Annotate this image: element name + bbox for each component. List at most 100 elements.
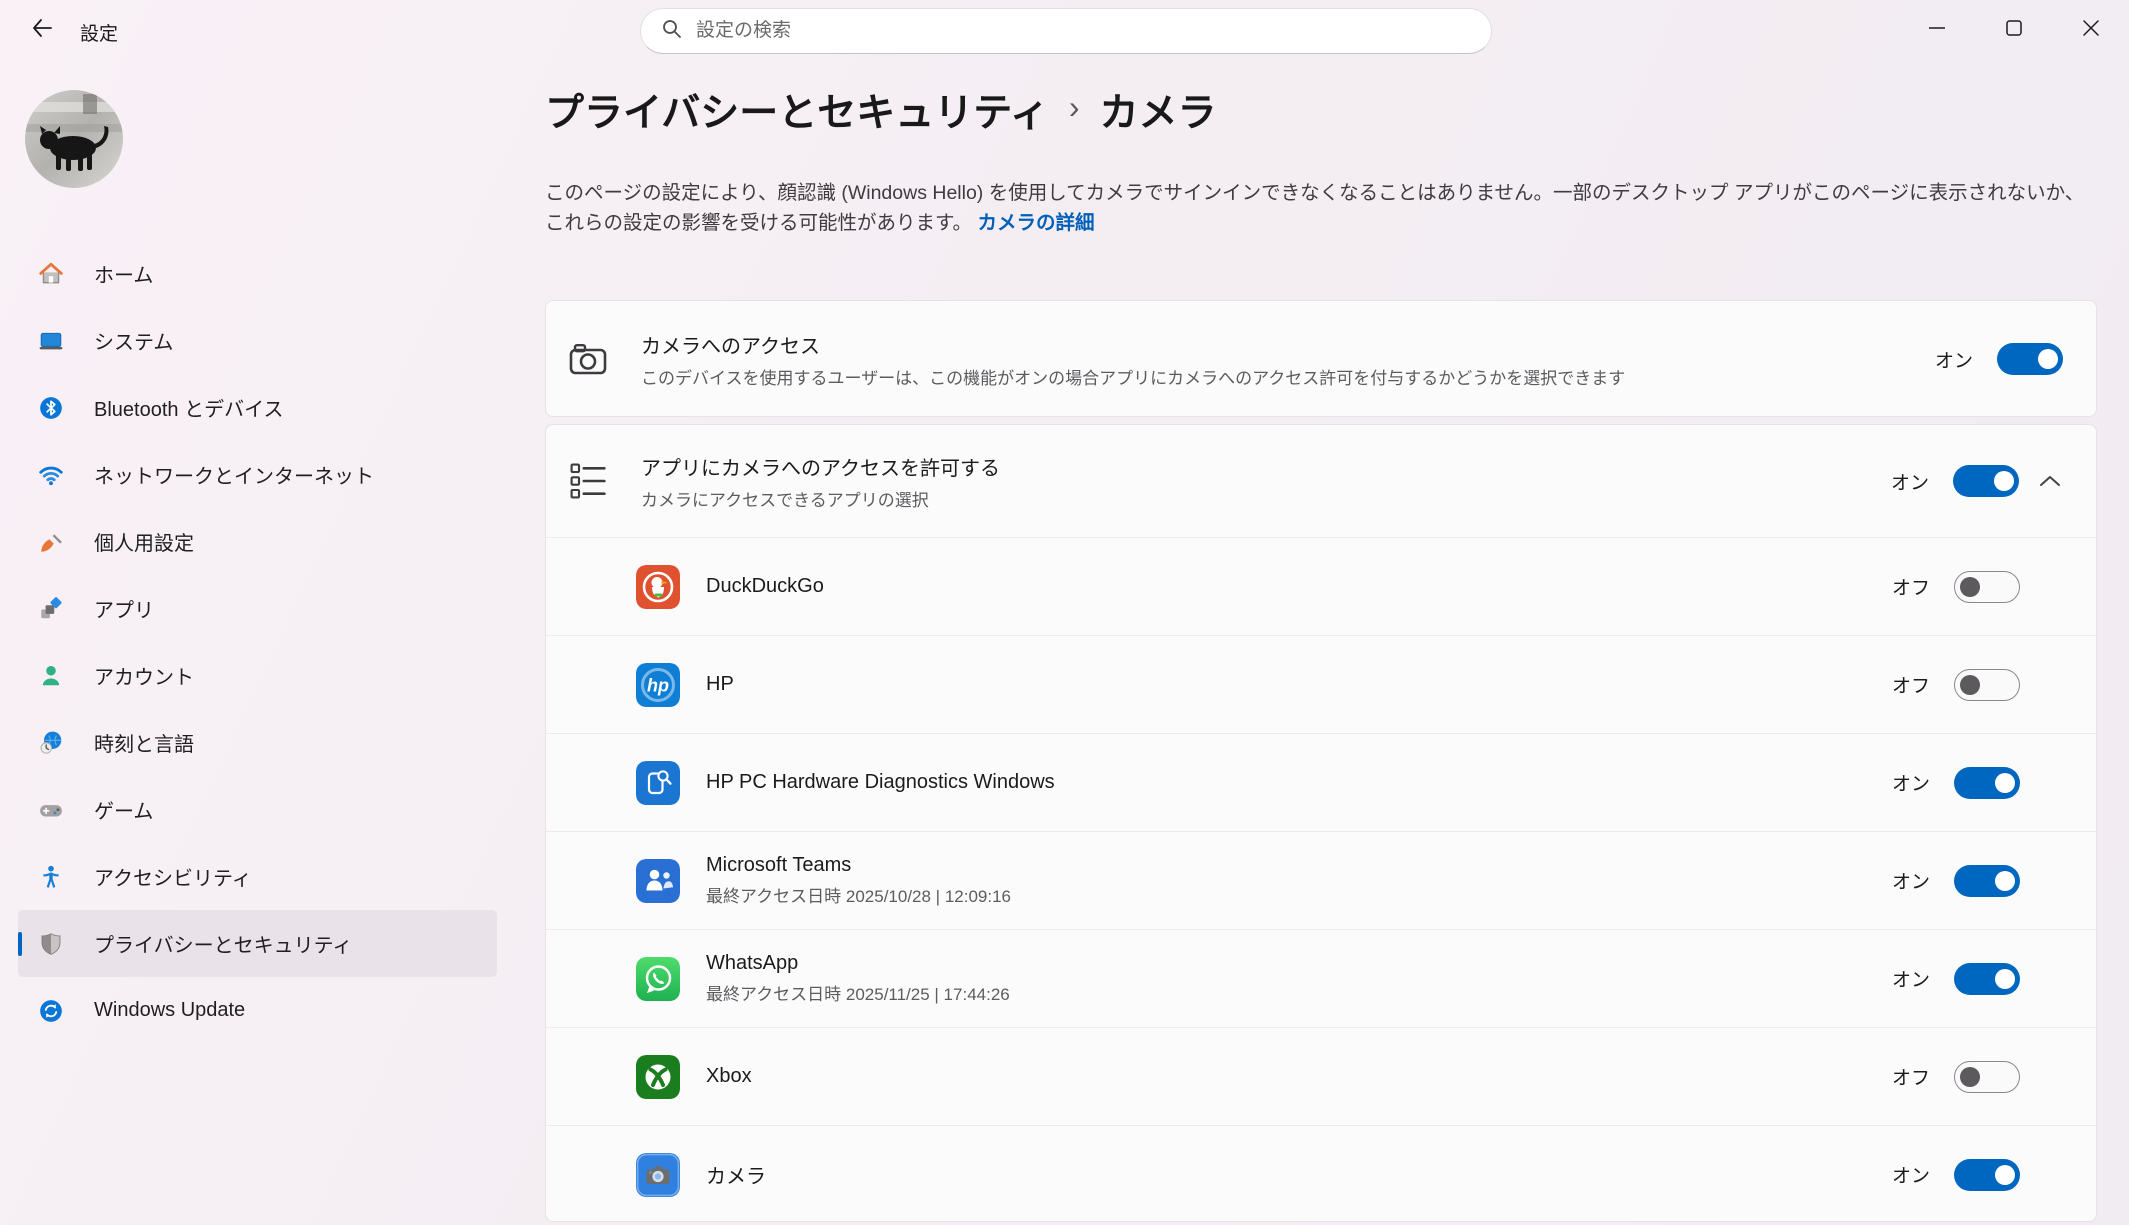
app-access-header-row[interactable]: アプリにカメラへのアクセスを許可する カメラにアクセスできるアプリの選択 オン — [546, 425, 2096, 537]
hp-icon: hp — [636, 663, 680, 707]
gamepad-icon — [38, 797, 64, 823]
app-row: DuckDuckGo オフ — [546, 537, 2096, 635]
app-toggle-hp-diagnostics[interactable] — [1954, 767, 2020, 799]
person-icon — [38, 663, 64, 689]
sidebar-item-windows-update[interactable]: Windows Update — [18, 977, 497, 1044]
search-box[interactable] — [640, 8, 1492, 54]
sidebar-item-apps[interactable]: アプリ — [18, 575, 497, 642]
sidebar-item-label: Bluetooth とデバイス — [94, 393, 283, 422]
titlebar: 設定 — [0, 0, 2129, 60]
app-row: WhatsApp 最終アクセス日時 2025/11/25 | 17:44:26 … — [546, 929, 2096, 1027]
breadcrumb: プライバシーとセキュリティ › カメラ — [545, 82, 1217, 138]
user-avatar[interactable] — [25, 90, 123, 188]
app-toggle-camera[interactable] — [1954, 1159, 2020, 1191]
app-row: Microsoft Teams 最終アクセス日時 2025/10/28 | 12… — [546, 831, 2096, 929]
app-name: カメラ — [706, 1160, 766, 1189]
update-icon — [38, 998, 64, 1024]
setting-title: カメラへのアクセス — [641, 330, 1625, 359]
camera-details-link[interactable]: カメラの詳細 — [977, 212, 1094, 234]
app-name: Xbox — [706, 1065, 752, 1088]
app-toggle-whatsapp[interactable] — [1954, 963, 2020, 995]
app-row: Xbox オフ — [546, 1027, 2096, 1125]
sidebar-item-network-internet[interactable]: ネットワークとインターネット — [18, 441, 497, 508]
toggle-knob — [1995, 969, 2015, 989]
app-row: カメラ オン — [546, 1125, 2096, 1222]
app-access-card: アプリにカメラへのアクセスを許可する カメラにアクセスできるアプリの選択 オン … — [545, 424, 2097, 1222]
sidebar-item-personalization[interactable]: 個人用設定 — [18, 508, 497, 575]
app-last-access: 最終アクセス日時 2025/11/25 | 17:44:26 — [706, 980, 1010, 1005]
sidebar-item-accounts[interactable]: アカウント — [18, 642, 497, 709]
breadcrumb-separator-icon: › — [1069, 89, 1080, 132]
system-icon — [38, 328, 64, 354]
sidebar-item-gaming[interactable]: ゲーム — [18, 776, 497, 843]
app-list-icon — [569, 463, 607, 499]
close-button[interactable] — [2052, 0, 2129, 60]
toggle-state-label: オン — [1892, 1161, 1930, 1188]
toggle-state-label: オン — [1935, 346, 1973, 373]
app-access-toggle[interactable] — [1953, 465, 2019, 497]
duckduckgo-icon — [636, 565, 680, 609]
app-row: HP PC Hardware Diagnostics Windows オン — [546, 733, 2096, 831]
maximize-button[interactable] — [1975, 0, 2052, 60]
microsoft-teams-icon — [636, 859, 680, 903]
toggle-state-label: オフ — [1892, 573, 1930, 600]
toggle-state-label: オフ — [1892, 1063, 1930, 1090]
sidebar-item-accessibility[interactable]: アクセシビリティ — [18, 843, 497, 910]
camera-access-card: カメラへのアクセス このデバイスを使用するユーザーは、この機能がオンの場合アプリ… — [545, 300, 2097, 417]
paintbrush-icon — [38, 529, 64, 555]
description-text: このページの設定により、顔認識 (Windows Hello) を使用してカメラ… — [545, 182, 2084, 234]
main-content: プライバシーとセキュリティ › カメラ このページの設定により、顔認識 (Win… — [545, 60, 2097, 1225]
sidebar-item-label: アプリ — [94, 594, 154, 623]
toggle-knob — [1995, 1165, 2015, 1185]
sidebar-item-label: アクセシビリティ — [94, 862, 252, 891]
camera-access-row: カメラへのアクセス このデバイスを使用するユーザーは、この機能がオンの場合アプリ… — [546, 301, 2096, 417]
app-name: Microsoft Teams — [706, 854, 1011, 877]
toggle-state-label: オン — [1892, 769, 1930, 796]
sidebar-item-time-language[interactable]: 時刻と言語 — [18, 709, 497, 776]
sidebar-item-system[interactable]: システム — [18, 307, 497, 374]
camera-access-text: カメラへのアクセス このデバイスを使用するユーザーは、この機能がオンの場合アプリ… — [641, 330, 1625, 389]
toggle-state-label: オン — [1892, 867, 1930, 894]
camera-access-toggle[interactable] — [1997, 343, 2063, 375]
sidebar-item-label: ゲーム — [94, 795, 153, 824]
minimize-button[interactable] — [1898, 0, 1975, 60]
breadcrumb-parent[interactable]: プライバシーとセキュリティ — [545, 82, 1049, 138]
setting-title: アプリにカメラへのアクセスを許可する — [641, 452, 1000, 481]
sidebar-item-privacy-security[interactable]: プライバシーとセキュリティ — [18, 910, 497, 977]
search-input[interactable] — [696, 20, 1473, 42]
toggle-state-label: オフ — [1892, 671, 1930, 698]
sidebar-item-bluetooth-devices[interactable]: Bluetooth とデバイス — [18, 374, 497, 441]
xbox-icon — [636, 1055, 680, 1099]
app-toggle-hp[interactable] — [1954, 669, 2020, 701]
app-name: DuckDuckGo — [706, 575, 824, 598]
maximize-icon — [2003, 17, 2025, 44]
toggle-knob — [1995, 871, 2015, 891]
app-toggle-teams[interactable] — [1954, 865, 2020, 897]
windows-camera-icon — [636, 1153, 680, 1197]
back-button[interactable] — [22, 12, 62, 48]
search-icon — [661, 18, 682, 44]
sidebar-nav: ホーム システム Bluetooth とデバイス ネットワークとインターネット — [0, 240, 520, 1044]
window-title: 設定 — [80, 19, 118, 46]
app-name: HP PC Hardware Diagnostics Windows — [706, 771, 1055, 794]
setting-subtitle: このデバイスを使用するユーザーは、この機能がオンの場合アプリにカメラへのアクセス… — [641, 364, 1625, 389]
sidebar: ホーム システム Bluetooth とデバイス ネットワークとインターネット — [0, 60, 520, 1225]
whatsapp-icon — [636, 957, 680, 1001]
sidebar-item-label: 時刻と言語 — [94, 728, 194, 757]
hp-diagnostics-icon — [636, 761, 680, 805]
breadcrumb-current: カメラ — [1100, 82, 1217, 138]
toggle-knob — [1960, 1067, 1980, 1087]
app-toggle-duckduckgo[interactable] — [1954, 571, 2020, 603]
app-row: hp HP オフ — [546, 635, 2096, 733]
app-toggle-xbox[interactable] — [1954, 1061, 2020, 1093]
minimize-icon — [1926, 17, 1948, 44]
apps-icon — [38, 596, 64, 622]
app-last-access: 最終アクセス日時 2025/10/28 | 12:09:16 — [706, 882, 1011, 907]
page-description: このページの設定により、顔認識 (Windows Hello) を使用してカメラ… — [545, 178, 2101, 238]
sidebar-item-home[interactable]: ホーム — [18, 240, 497, 307]
camera-outline-icon — [569, 342, 607, 376]
wifi-icon — [38, 462, 64, 488]
sidebar-item-label: 個人用設定 — [94, 527, 194, 556]
setting-subtitle: カメラにアクセスできるアプリの選択 — [641, 486, 1000, 511]
app-access-text: アプリにカメラへのアクセスを許可する カメラにアクセスできるアプリの選択 — [641, 452, 1000, 511]
